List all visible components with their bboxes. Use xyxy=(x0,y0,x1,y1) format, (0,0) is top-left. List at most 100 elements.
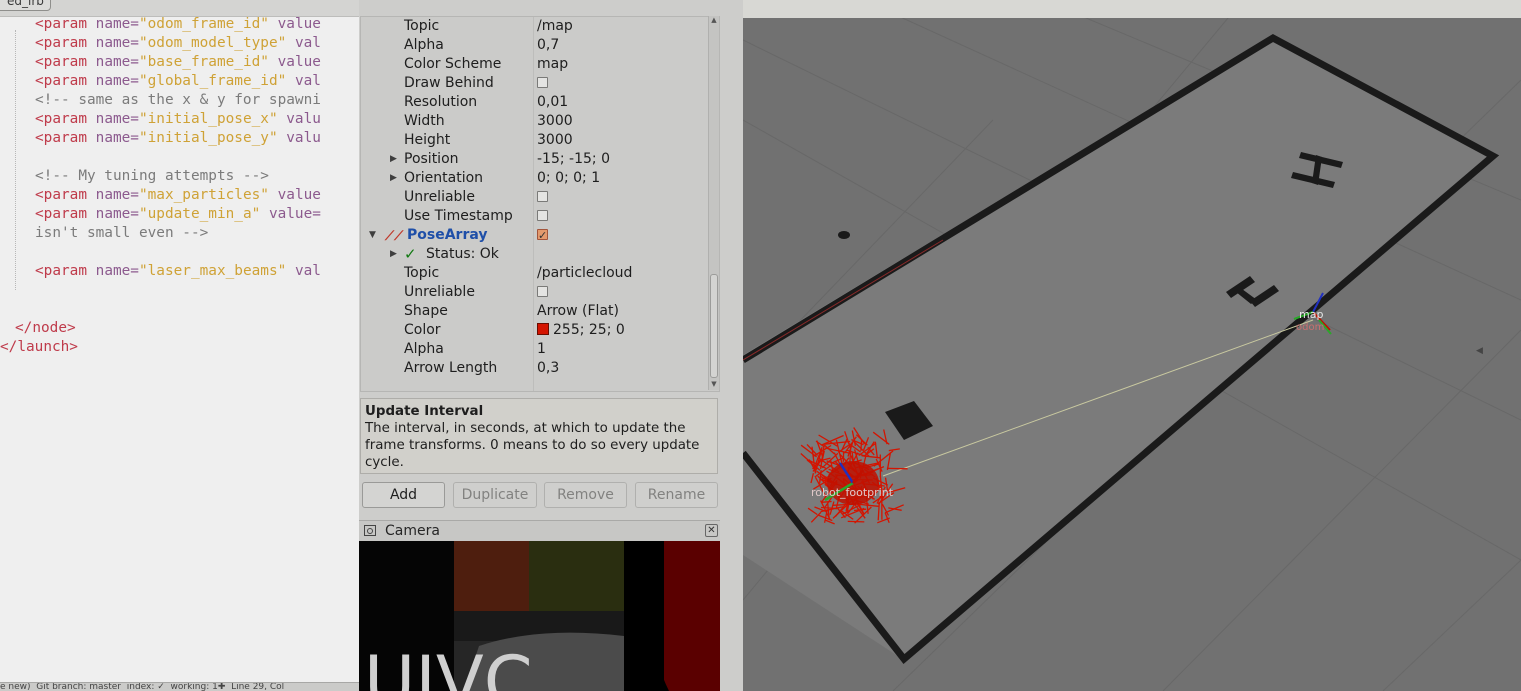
code-line[interactable]: <param name="initial_pose_x" valu xyxy=(0,110,321,129)
property-checkbox[interactable] xyxy=(537,226,548,245)
code-line[interactable]: isn't small even --> xyxy=(0,224,321,243)
property-checkbox[interactable] xyxy=(537,191,548,202)
code-attribute: valu xyxy=(277,111,321,127)
code-editor[interactable]: ed_irb <param name="odom_frame_id" value… xyxy=(0,0,362,691)
scrollbar-thumb[interactable] xyxy=(710,274,718,378)
code-area[interactable]: <param name="odom_frame_id" value <param … xyxy=(0,15,321,357)
color-swatch[interactable] xyxy=(537,323,549,335)
property-row[interactable]: Unreliable xyxy=(361,283,709,302)
property-value[interactable]: -15; -15; 0 xyxy=(537,150,610,169)
property-value[interactable]: /map xyxy=(537,17,573,36)
property-value[interactable]: 255; 25; 0 xyxy=(537,321,625,340)
property-row[interactable]: Alpha 0,7 xyxy=(361,36,709,55)
property-row[interactable]: Unreliable xyxy=(361,188,709,207)
property-value-text: Arrow (Flat) xyxy=(537,303,619,319)
code-line[interactable] xyxy=(0,281,321,300)
add-button[interactable]: Add xyxy=(362,482,445,508)
property-checkbox[interactable] xyxy=(537,210,548,221)
property-row[interactable]: Width 3000 xyxy=(361,112,709,131)
code-line[interactable] xyxy=(0,243,321,262)
property-row[interactable]: Topic/particlecloud xyxy=(361,264,709,283)
displays-property-tree[interactable]: Topic/map Alpha 0,7 Color Scheme map Draw Beh… xyxy=(360,16,720,392)
property-value-text: 0,7 xyxy=(537,37,560,53)
code-line[interactable]: </launch> xyxy=(0,338,321,357)
property-value[interactable]: Arrow (Flat) xyxy=(537,302,619,321)
code-attribute: name= xyxy=(95,130,139,146)
property-row[interactable]: Topic/map xyxy=(361,17,709,36)
property-row[interactable]: ▶ ✓ Status: Ok xyxy=(361,245,709,264)
property-name: Use Timestamp xyxy=(404,208,513,224)
property-value-text: 255; 25; 0 xyxy=(553,322,625,338)
code-line[interactable]: <param name="update_min_a" value= xyxy=(0,205,321,224)
code-line[interactable]: <!-- My tuning attempts --> xyxy=(0,167,321,186)
property-row[interactable]: Arrow Length 0,3 xyxy=(361,359,709,378)
code-line[interactable]: <param name="laser_max_beams" val xyxy=(0,262,321,281)
camera-panel-header[interactable]: Camera ✕ xyxy=(359,520,720,542)
collapse-left-icon[interactable]: ◀ xyxy=(1476,346,1483,356)
code-tag: <param xyxy=(35,111,87,127)
collapse-arrow-icon[interactable]: ▼ xyxy=(369,226,376,245)
code-line[interactable] xyxy=(0,148,321,167)
property-row[interactable]: ▼ ⟋⟋ PoseArray xyxy=(361,226,709,245)
property-value[interactable]: /particlecloud xyxy=(537,264,632,283)
camera-image: UIVC xyxy=(359,541,720,691)
code-line[interactable]: <param name="global_frame_id" val xyxy=(0,72,321,91)
code-line[interactable]: <param name="base_frame_id" value xyxy=(0,53,321,72)
expand-arrow-icon[interactable]: ▶ xyxy=(390,150,397,169)
property-value[interactable]: 1 xyxy=(537,340,546,359)
code-attribute: name= xyxy=(95,54,139,70)
property-value[interactable]: 0,01 xyxy=(537,93,568,112)
property-value[interactable]: 3000 xyxy=(537,131,573,150)
expand-arrow-icon[interactable]: ▶ xyxy=(390,169,397,188)
code-tag: <param xyxy=(35,16,87,32)
scroll-up-icon[interactable]: ▲ xyxy=(709,16,719,26)
help-title: Update Interval xyxy=(365,404,484,419)
property-value-text: map xyxy=(537,56,569,72)
code-line[interactable]: <param name="odom_model_type" val xyxy=(0,34,321,53)
property-row[interactable]: Shape Arrow (Flat) xyxy=(361,302,709,321)
property-row[interactable]: Color Scheme map xyxy=(361,55,709,74)
property-value[interactable]: 3000 xyxy=(537,112,573,131)
property-value[interactable]: 0; 0; 0; 1 xyxy=(537,169,600,188)
remove-button[interactable]: Remove xyxy=(544,482,627,508)
editor-tab[interactable]: ed_irb xyxy=(0,0,51,11)
scene-canvas[interactable]: robot_footprint map odom xyxy=(743,0,1521,691)
property-value-text: 0,3 xyxy=(537,360,560,376)
property-row[interactable]: ▶ Orientation 0; 0; 0; 1 xyxy=(361,169,709,188)
property-row[interactable]: Color 255; 25; 0 xyxy=(361,321,709,340)
code-tag: <param xyxy=(35,130,87,146)
property-checkbox[interactable] xyxy=(537,286,548,297)
scroll-down-icon[interactable]: ▼ xyxy=(709,380,719,390)
property-value[interactable]: 0,3 xyxy=(537,359,559,378)
code-attribute: name= xyxy=(95,187,139,203)
code-line[interactable]: <!-- same as the x & y for spawni xyxy=(0,91,321,110)
property-name: Color xyxy=(404,322,441,338)
property-row[interactable]: Resolution 0,01 xyxy=(361,93,709,112)
property-row[interactable]: Draw Behind xyxy=(361,74,709,93)
property-value-text: /particlecloud xyxy=(537,265,633,281)
code-line[interactable]: <param name="odom_frame_id" value xyxy=(0,15,321,34)
code-tag: </node> xyxy=(15,320,76,336)
property-scrollbar[interactable]: ▲ ▼ xyxy=(708,16,719,390)
property-row[interactable]: Alpha 1 xyxy=(361,340,709,359)
code-line[interactable]: <param name="initial_pose_y" valu xyxy=(0,129,321,148)
duplicate-button[interactable]: Duplicate xyxy=(453,482,537,508)
property-checkbox[interactable] xyxy=(537,77,548,88)
code-line[interactable]: </node> xyxy=(0,319,321,338)
property-value-text: -15; -15; 0 xyxy=(537,151,610,167)
property-value[interactable]: 0,7 xyxy=(537,36,559,55)
code-line[interactable]: <param name="max_particles" value xyxy=(0,186,321,205)
rename-button[interactable]: Rename xyxy=(635,482,718,508)
property-name: Width xyxy=(404,113,445,129)
property-row[interactable]: Height 3000 xyxy=(361,131,709,150)
render-3d-view[interactable]: robot_footprint map odom ◀ xyxy=(743,0,1521,691)
code-line[interactable] xyxy=(0,300,321,319)
property-value[interactable]: map xyxy=(537,55,568,74)
close-icon[interactable]: ✕ xyxy=(705,524,718,537)
code-string: "max_particles" xyxy=(138,187,269,203)
expand-arrow-icon[interactable]: ▶ xyxy=(390,245,397,264)
property-row[interactable]: Use Timestamp xyxy=(361,207,709,226)
property-row[interactable]: ▶ Position -15; -15; 0 xyxy=(361,150,709,169)
camera-scene: UIVC xyxy=(359,541,720,691)
code-tag: <param xyxy=(35,206,87,222)
